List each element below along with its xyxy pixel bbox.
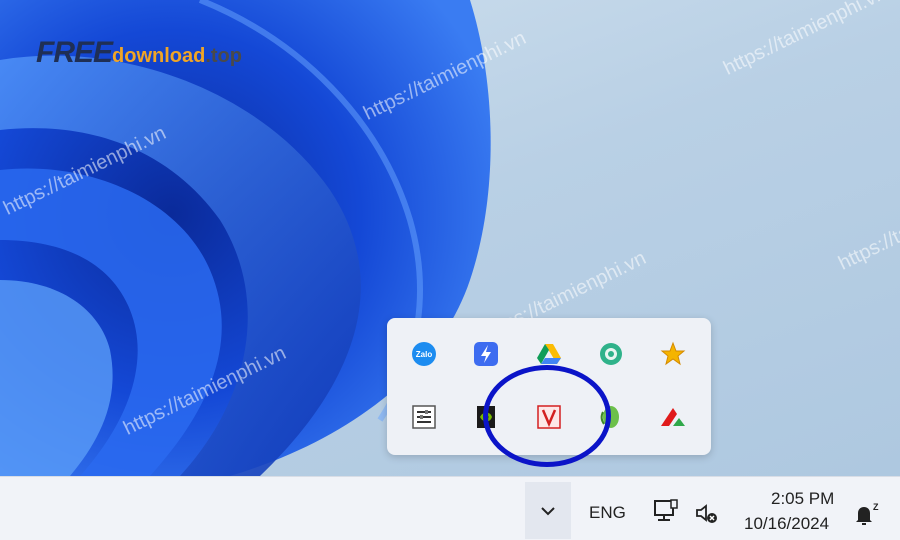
zalo-icon[interactable]: Zalo xyxy=(409,339,439,369)
red-green-arrow-icon[interactable] xyxy=(658,402,688,432)
lightning-icon[interactable] xyxy=(471,339,501,369)
v-app-icon[interactable] xyxy=(534,402,564,432)
input-language-indicator[interactable]: ENG xyxy=(589,503,626,523)
chevron-down-icon xyxy=(541,506,555,515)
nvidia-icon[interactable] xyxy=(471,402,501,432)
watermark-text: https://taimienphi.vn xyxy=(720,0,890,80)
green-circle-icon[interactable] xyxy=(596,339,626,369)
tray-overflow-flyout: Zalo xyxy=(387,318,711,455)
freedownload-logo: FREEdownload.top xyxy=(36,36,242,69)
clock-time[interactable]: 2:05 PM xyxy=(771,489,834,509)
star-icon[interactable] xyxy=(658,339,688,369)
notification-bell-icon[interactable]: Z xyxy=(852,500,880,533)
google-drive-icon[interactable] xyxy=(534,339,564,369)
show-hidden-icons-button[interactable] xyxy=(525,482,571,539)
watermark-text: https://taimienphi.vn xyxy=(835,177,900,275)
clock-date[interactable]: 10/16/2024 xyxy=(744,514,829,534)
settings-panel-icon[interactable] xyxy=(409,402,439,432)
android-icon[interactable] xyxy=(596,402,626,432)
network-icon[interactable] xyxy=(652,498,680,531)
notification-badge: Z xyxy=(873,502,879,512)
zalo-label: Zalo xyxy=(416,350,433,359)
volume-muted-icon[interactable] xyxy=(694,501,720,532)
